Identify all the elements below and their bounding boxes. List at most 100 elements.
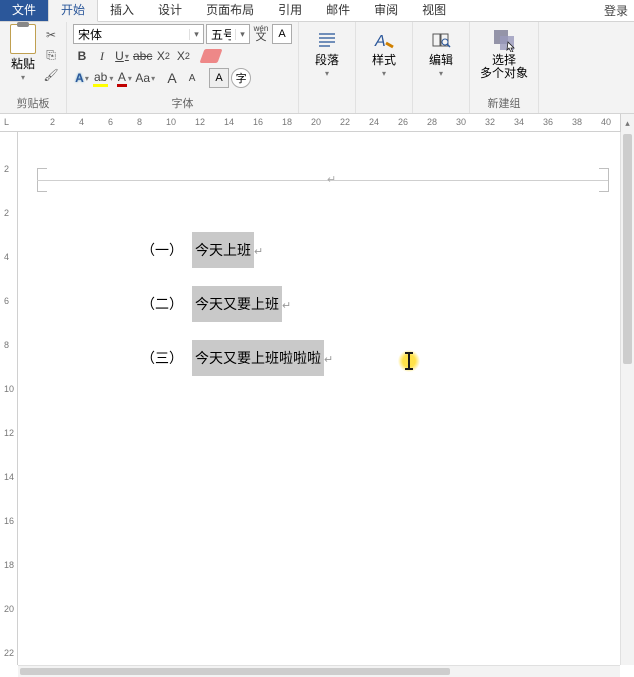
ruler-v-tick: 14 bbox=[4, 472, 14, 482]
ruler-h-tick: 38 bbox=[572, 117, 582, 127]
ruler-h-tick: 20 bbox=[311, 117, 321, 127]
grow-font-button[interactable]: A bbox=[163, 69, 181, 87]
return-icon: ↵ bbox=[282, 300, 291, 312]
tab-insert[interactable]: 插入 bbox=[98, 0, 146, 21]
styles-button[interactable]: A 样式 ▾ bbox=[362, 24, 406, 78]
list-item[interactable]: （三） 今天又要上班啦啦啦↵ bbox=[132, 340, 333, 394]
login-link[interactable]: 登录 bbox=[604, 2, 628, 19]
cut-button[interactable]: ✂ bbox=[42, 26, 60, 44]
group-paragraph: 段落 ▾ bbox=[299, 22, 356, 113]
svg-text:A: A bbox=[374, 33, 386, 50]
font-name-dropdown-icon[interactable]: ▾ bbox=[189, 29, 203, 40]
tab-file[interactable]: 文件 bbox=[0, 0, 48, 21]
clipboard-icon bbox=[10, 24, 36, 54]
list-item[interactable]: （二） 今天又要上班↵ bbox=[132, 286, 333, 340]
strikethrough-button[interactable]: abc bbox=[133, 47, 152, 65]
phonetic-bottom: 文 bbox=[256, 33, 267, 42]
ruler-h-tick: 30 bbox=[456, 117, 466, 127]
selected-text[interactable]: 今天上班 bbox=[192, 232, 254, 268]
styles-label: 样式 bbox=[372, 54, 396, 67]
ruler-v-tick: 18 bbox=[4, 560, 14, 570]
eraser-button[interactable] bbox=[202, 47, 220, 65]
ruler-v-tick: 10 bbox=[4, 384, 14, 394]
tab-home[interactable]: 开始 bbox=[48, 0, 98, 22]
paragraph-dropdown-icon[interactable]: ▾ bbox=[325, 69, 329, 78]
char-shading-button[interactable]: A bbox=[209, 68, 229, 88]
styles-dropdown-icon[interactable]: ▾ bbox=[382, 69, 386, 78]
phonetic-guide-button[interactable]: wén 文 bbox=[252, 25, 270, 43]
select-objects-icon bbox=[492, 28, 516, 52]
editing-dropdown-icon[interactable]: ▾ bbox=[439, 69, 443, 78]
bold-button[interactable]: B bbox=[73, 47, 91, 65]
font-name-combo[interactable]: ▾ bbox=[73, 24, 204, 44]
hscroll-thumb[interactable] bbox=[20, 668, 450, 675]
editing-label: 编辑 bbox=[429, 54, 453, 67]
ruler-h-tick: 34 bbox=[514, 117, 524, 127]
select-objects-button[interactable]: 选择多个对象 bbox=[476, 24, 532, 80]
enclose-char-button[interactable]: 字 bbox=[231, 68, 251, 88]
tab-design[interactable]: 设计 bbox=[146, 0, 194, 21]
ruler-h-tick: 18 bbox=[282, 117, 292, 127]
ruler-v-tick: 20 bbox=[4, 604, 14, 614]
ruler-h-tick: 22 bbox=[340, 117, 350, 127]
margin-guide: ↵ bbox=[37, 168, 609, 194]
underline-button[interactable]: U bbox=[113, 47, 131, 65]
ruler-vertical[interactable]: 2246810121416182022 bbox=[0, 132, 18, 665]
group-select-objects: 选择多个对象 新建组 bbox=[470, 22, 539, 113]
font-size-dropdown-icon[interactable]: ▾ bbox=[235, 29, 249, 40]
document-content[interactable]: （一） 今天上班↵ （二） 今天又要上班↵ （三） 今天又要上班啦啦啦↵ bbox=[132, 232, 333, 394]
paste-label: 粘贴 bbox=[11, 55, 35, 72]
list-item[interactable]: （一） 今天上班↵ bbox=[132, 232, 333, 286]
selected-text[interactable]: 今天又要上班啦啦啦 bbox=[192, 340, 324, 376]
horizontal-scrollbar[interactable] bbox=[18, 665, 620, 677]
vertical-scrollbar[interactable] bbox=[620, 132, 634, 665]
paragraph-button[interactable]: 段落 ▾ bbox=[305, 24, 349, 78]
ibeam-icon bbox=[408, 354, 410, 368]
change-case-button[interactable]: Aa bbox=[135, 69, 155, 87]
format-painter-button[interactable]: 🖌 bbox=[42, 66, 60, 84]
copy-button[interactable]: ⎘ bbox=[42, 46, 60, 64]
return-icon: ↵ bbox=[324, 354, 333, 366]
group-styles: A 样式 ▾ bbox=[356, 22, 413, 113]
vscroll-thumb[interactable] bbox=[623, 134, 632, 364]
subscript-button[interactable]: X2 bbox=[154, 47, 172, 65]
text-effects-button[interactable]: A bbox=[73, 69, 91, 87]
editing-button[interactable]: 编辑 ▾ bbox=[419, 24, 463, 78]
eraser-icon bbox=[200, 49, 223, 63]
font-name-input[interactable] bbox=[74, 25, 189, 43]
tab-review[interactable]: 审阅 bbox=[362, 0, 410, 21]
ruler-h-tick: 6 bbox=[108, 117, 113, 127]
list-number: （三） bbox=[132, 340, 192, 368]
ruler-h-tick: 4 bbox=[79, 117, 84, 127]
paste-button[interactable]: 粘贴 ▾ bbox=[6, 24, 40, 84]
tab-references[interactable]: 引用 bbox=[266, 0, 314, 21]
ruler-v-tick: 6 bbox=[4, 296, 9, 306]
ruler-h-tick: 32 bbox=[485, 117, 495, 127]
shrink-font-button[interactable]: A bbox=[183, 69, 201, 87]
ruler-h-l: L bbox=[4, 117, 9, 127]
ruler-h-tick: 16 bbox=[253, 117, 263, 127]
styles-icon: A bbox=[372, 28, 396, 52]
font-size-input[interactable] bbox=[207, 25, 235, 43]
superscript-button[interactable]: X2 bbox=[174, 47, 192, 65]
selected-text[interactable]: 今天又要上班 bbox=[192, 286, 282, 322]
ruler-v-tick: 2 bbox=[4, 208, 9, 218]
find-icon bbox=[429, 28, 453, 52]
tab-view[interactable]: 视图 bbox=[410, 0, 458, 21]
ruler-v-tick: 22 bbox=[4, 648, 14, 658]
text-cursor-highlight bbox=[398, 350, 420, 372]
ruler-h-end-icon[interactable]: ▴ bbox=[620, 114, 634, 132]
paste-dropdown-icon[interactable]: ▾ bbox=[21, 73, 25, 82]
tab-layout[interactable]: 页面布局 bbox=[194, 0, 266, 21]
font-color-button[interactable]: A bbox=[115, 69, 133, 87]
list-number: （二） bbox=[132, 286, 192, 314]
font-size-combo[interactable]: ▾ bbox=[206, 24, 250, 44]
ruler-h-tick: 26 bbox=[398, 117, 408, 127]
ruler-h-tick: 8 bbox=[137, 117, 142, 127]
document-pane[interactable]: ↵ （一） 今天上班↵ （二） 今天又要上班↵ （三） 今天又要上班啦啦啦↵ bbox=[18, 132, 620, 665]
highlight-button[interactable]: ab bbox=[93, 69, 113, 87]
char-border-button[interactable]: A bbox=[272, 24, 292, 44]
ruler-horizontal[interactable]: L ▴ 246810121416182022242628303234363840 bbox=[0, 114, 634, 132]
italic-button[interactable]: I bbox=[93, 47, 111, 65]
tab-mail[interactable]: 邮件 bbox=[314, 0, 362, 21]
